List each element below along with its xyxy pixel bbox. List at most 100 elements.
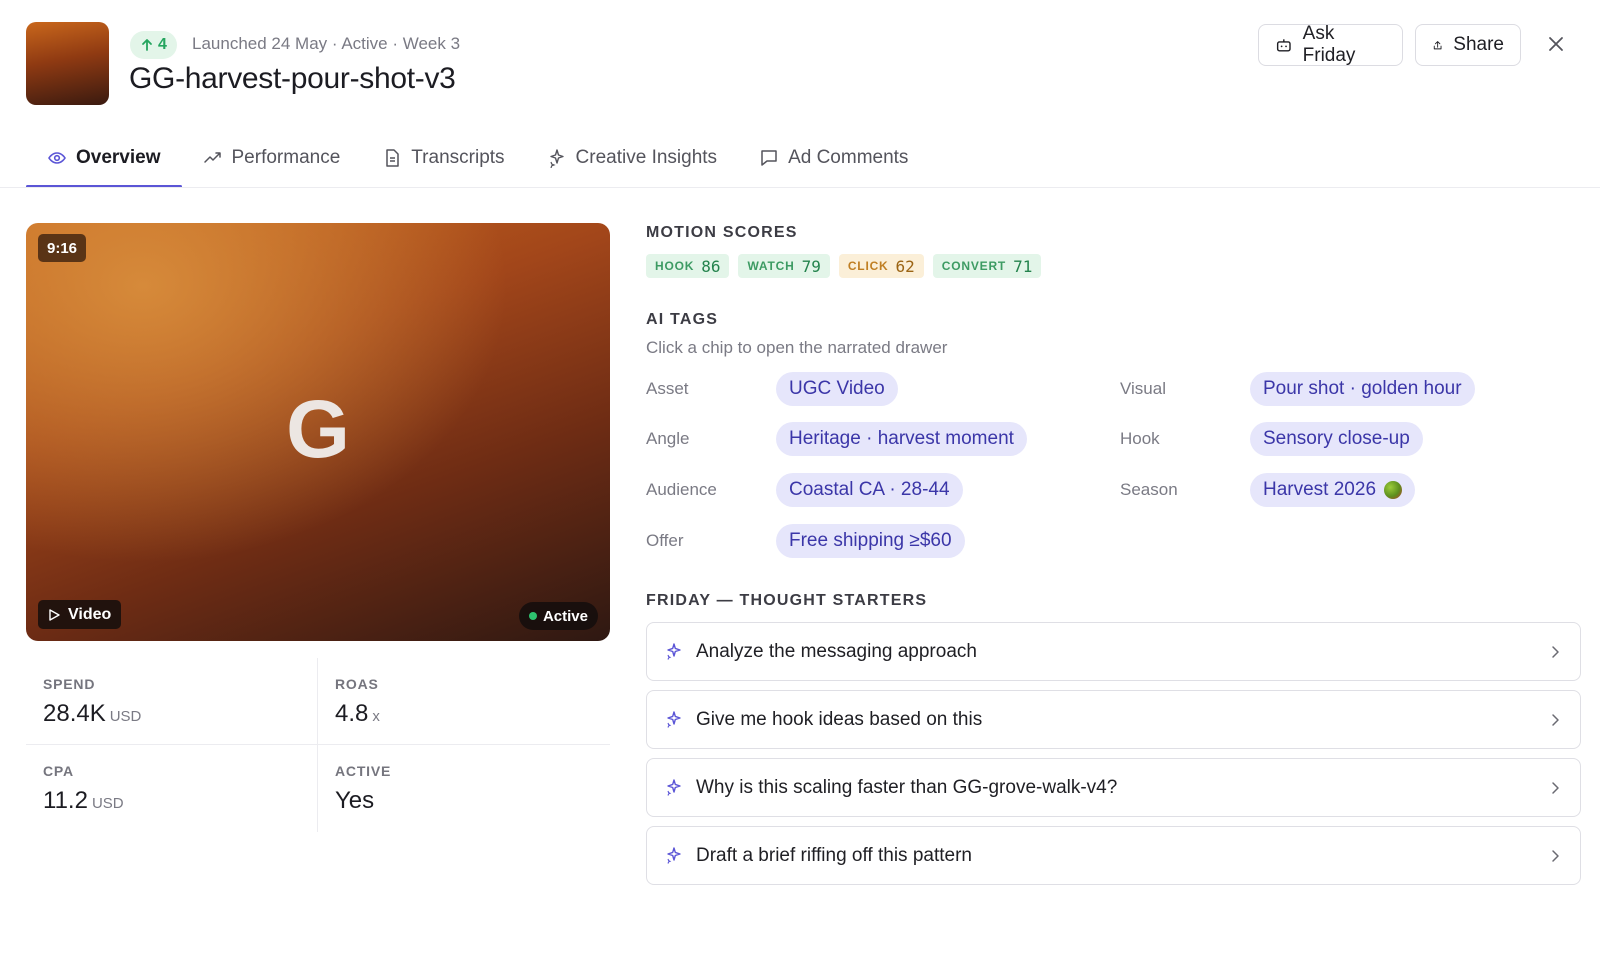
motion-scores: HOOK 86 WATCH 79 CLICK 62 CONVERT 71 — [646, 254, 1042, 278]
status-badge: Active — [518, 602, 598, 630]
status-dot — [528, 612, 537, 620]
metric-unit: USD — [91, 795, 124, 812]
play-icon — [49, 608, 60, 621]
tag-chip[interactable]: Sensory close-up — [1250, 422, 1423, 456]
score-value: 71 — [1013, 256, 1033, 276]
starter-text: Draft a brief riffing off this pattern — [696, 844, 972, 866]
tag-chip[interactable]: Coastal CA · 28-44 — [776, 473, 963, 507]
metric-value-row: 11.2 USD — [43, 787, 300, 815]
chevron-right-icon — [1552, 781, 1559, 794]
starter-text: Why is this scaling faster than GG-grove… — [696, 776, 1118, 798]
video-preview[interactable]: 9:16 G Video Active — [26, 223, 610, 641]
metric-label: SPEND — [43, 676, 96, 692]
tab-transcripts[interactable]: Transcripts — [361, 128, 525, 188]
metric-label: CPA — [43, 763, 74, 779]
video-type-badge: Video — [38, 600, 122, 629]
sparkle-icon — [667, 711, 681, 728]
aspect-ratio-badge: 9:16 — [38, 234, 87, 262]
score-watch: WATCH 79 — [738, 254, 830, 278]
score-name: CONVERT — [941, 259, 1007, 273]
chevron-right-icon — [1552, 849, 1559, 862]
tag-chip[interactable]: Heritage · harvest moment — [776, 422, 1027, 456]
motion-scores-heading: MOTION SCORES — [646, 224, 798, 241]
eye-icon — [48, 152, 66, 164]
metric-label: ROAS — [335, 676, 379, 692]
tag-row-offer: Offer Free shipping ≥$60 — [646, 524, 965, 558]
ai-tags-heading: AI TAGS — [646, 311, 719, 328]
launch-meta: Launched 24 May · Active · Week 3 — [192, 34, 461, 53]
tab-overview-label: Overview — [76, 147, 161, 168]
tag-label: Audience — [646, 480, 717, 499]
tab-performance[interactable]: Performance — [182, 128, 362, 188]
tag-row-visual: Visual Pour shot · golden hour — [1120, 372, 1475, 406]
tag-label: Angle — [646, 429, 690, 448]
score-value: 79 — [801, 256, 821, 276]
sparkle-icon — [667, 643, 681, 660]
metrics-grid: SPEND 28.4K USD ROAS 4.8 x CPA 11.2 USD ACT… — [26, 658, 610, 832]
tab-bar: Overview Performance Transcripts Creativ… — [26, 128, 929, 188]
starter-item[interactable]: Draft a brief riffing off this pattern — [646, 826, 1581, 885]
tag-chip[interactable]: UGC Video — [776, 372, 898, 406]
document-icon — [386, 149, 400, 167]
metric-value: 28.4K — [43, 700, 106, 727]
rank-change-value: 4 — [158, 36, 167, 53]
tabs-divider — [0, 187, 1600, 188]
tag-label: Season — [1120, 480, 1178, 499]
arrow-up-icon — [142, 39, 152, 51]
comment-icon — [761, 150, 777, 166]
score-value: 62 — [895, 256, 915, 276]
starter-item[interactable]: Give me hook ideas based on this — [646, 690, 1581, 749]
metric-cpa: CPA 11.2 USD — [26, 745, 318, 832]
video-type-label: Video — [68, 605, 112, 623]
metric-unit: USD — [109, 708, 142, 725]
ai-tags-subtitle: Click a chip to open the narrated drawer — [646, 338, 948, 357]
starter-text: Analyze the messaging approach — [696, 640, 977, 662]
metric-label: ACTIVE — [335, 763, 392, 779]
tab-creative-insights[interactable]: Creative Insights — [526, 128, 739, 188]
tag-row-hook: Hook Sensory close-up — [1120, 422, 1423, 456]
metric-value-row: 4.8 x — [335, 700, 593, 728]
close-icon[interactable] — [1545, 33, 1567, 55]
tag-row-asset: Asset UGC Video — [646, 372, 898, 406]
starter-item[interactable]: Why is this scaling faster than GG-grove… — [646, 758, 1581, 817]
score-convert: CONVERT 71 — [932, 254, 1042, 278]
thought-starters-heading: FRIDAY — THOUGHT STARTERS — [646, 592, 928, 609]
share-icon — [1433, 40, 1442, 49]
metric-value-row: Yes — [335, 787, 593, 815]
chevron-right-icon — [1552, 645, 1559, 658]
ask-friday-label: Ask Friday — [1302, 23, 1356, 66]
video-placeholder-letter: G — [286, 384, 350, 475]
ask-friday-button[interactable]: Ask Friday — [1258, 23, 1403, 66]
metric-value: 4.8 — [335, 700, 369, 727]
metric-roas: ROAS 4.8 x — [318, 658, 610, 745]
tag-label: Visual — [1120, 379, 1166, 398]
starter-item[interactable]: Analyze the messaging approach — [646, 622, 1581, 681]
share-button[interactable]: Share — [1415, 24, 1521, 66]
creative-thumbnail — [26, 22, 109, 105]
score-click: CLICK 62 — [838, 254, 924, 278]
score-hook: HOOK 86 — [646, 254, 730, 278]
tag-row-angle: Angle Heritage · harvest moment — [646, 422, 1027, 456]
tab-overview[interactable]: Overview — [26, 128, 182, 188]
starter-text: Give me hook ideas based on this — [696, 708, 983, 730]
tab-performance-label: Performance — [231, 147, 341, 168]
tag-chip-text: Harvest 2026 — [1263, 479, 1377, 500]
page-title: GG-harvest-pour-shot-v3 — [129, 62, 456, 95]
tag-chip[interactable]: Free shipping ≥$60 — [776, 524, 965, 558]
chevron-right-icon — [1552, 713, 1559, 726]
tab-creative-insights-label: Creative Insights — [575, 147, 718, 168]
tab-transcripts-label: Transcripts — [411, 147, 505, 168]
tag-label: Offer — [646, 531, 684, 550]
tab-ad-comments[interactable]: Ad Comments — [738, 128, 929, 188]
metric-value: 11.2 — [43, 787, 88, 814]
metric-value-row: 28.4K USD — [43, 700, 300, 728]
score-value: 86 — [701, 256, 721, 276]
score-name: WATCH — [747, 259, 795, 273]
tag-chip[interactable]: Pour shot · golden hour — [1250, 372, 1475, 406]
rank-change-badge: 4 — [130, 31, 177, 59]
tag-chip-season[interactable]: Harvest 2026 — [1250, 473, 1416, 507]
olive-icon — [1384, 481, 1403, 499]
trend-icon — [203, 152, 221, 163]
tag-label: Hook — [1120, 429, 1160, 448]
sparkle-icon — [667, 847, 681, 864]
